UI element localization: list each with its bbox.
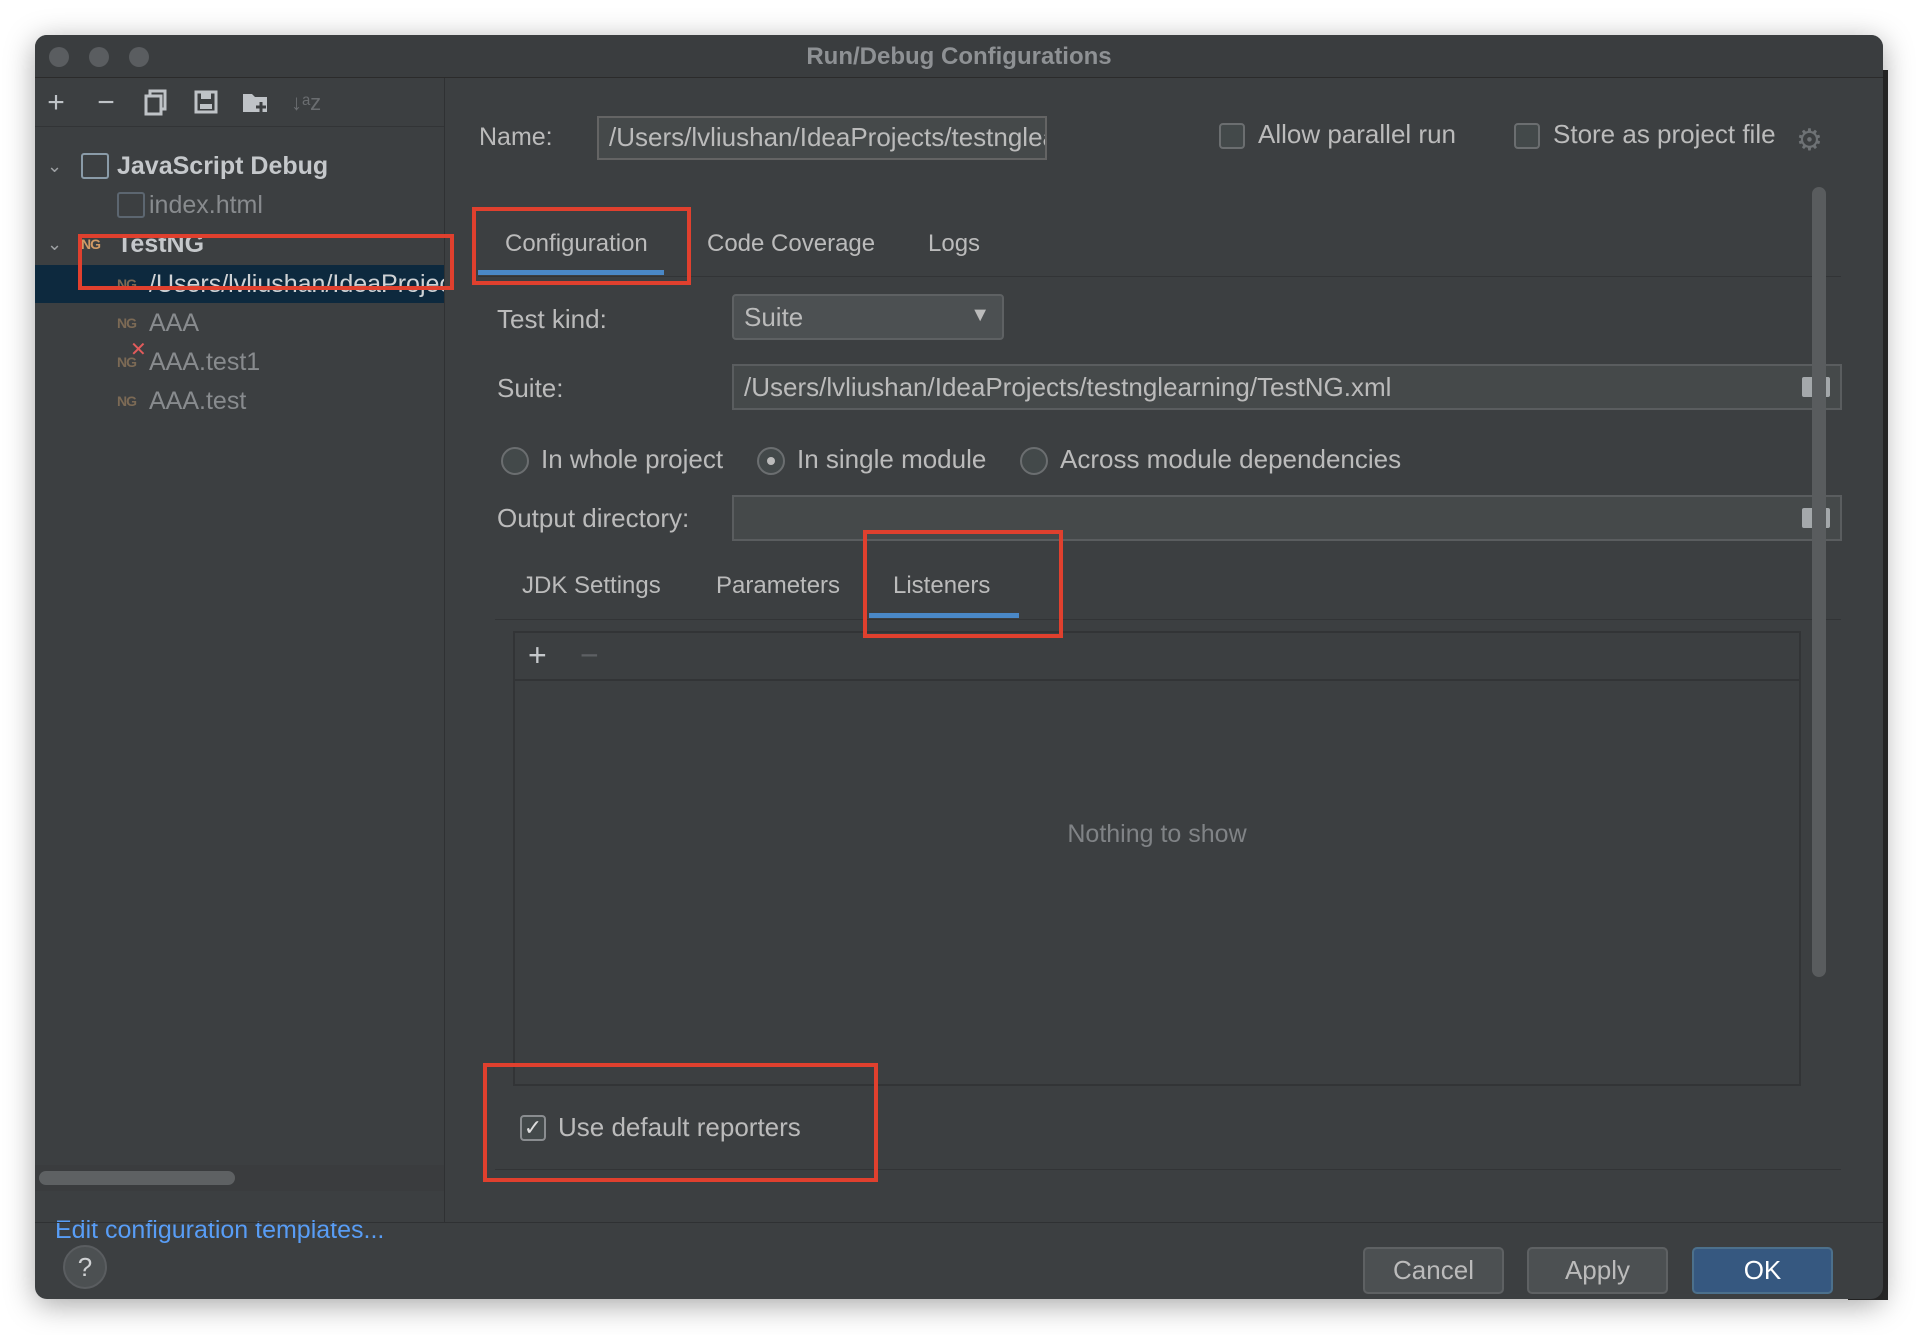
output-directory-label: Output directory:: [497, 503, 690, 533]
testng-icon: NG: [117, 393, 137, 409]
dropdown-arrow-icon: ▼: [970, 304, 990, 326]
tree-item-label: AAA.test: [149, 387, 247, 415]
tab-parameters[interactable]: Parameters: [716, 572, 840, 600]
tab-jdk-settings[interactable]: JDK Settings: [522, 572, 661, 600]
add-listener-icon[interactable]: +: [528, 637, 547, 674]
in-single-module-radio[interactable]: [757, 447, 785, 475]
window-title: Run/Debug Configurations: [806, 43, 1112, 70]
in-single-module-label: In single module: [797, 444, 987, 474]
test-kind-dropdown[interactable]: Suite ▼: [732, 294, 1004, 340]
tree-group-label: JavaScript Debug: [117, 152, 329, 180]
tab-code-coverage[interactable]: Code Coverage: [707, 230, 875, 258]
horizontal-scrollbar-thumb[interactable]: [39, 1171, 235, 1185]
remove-configuration-icon[interactable]: −: [91, 88, 121, 118]
vertical-scrollbar-thumb[interactable]: [1812, 187, 1826, 977]
tree-item-aaa-test1[interactable]: NG ✕ AAA.test1: [35, 343, 444, 381]
gear-icon[interactable]: ⚙: [1796, 123, 1823, 158]
chevron-down-icon[interactable]: ⌄: [47, 234, 67, 254]
add-configuration-icon[interactable]: +: [41, 88, 71, 118]
apply-button[interactable]: Apply: [1527, 1247, 1668, 1294]
footer-divider: [35, 1222, 1883, 1223]
copy-configuration-icon[interactable]: [141, 88, 171, 118]
javascript-debug-icon: [81, 153, 109, 179]
store-as-project-file-checkbox[interactable]: [1514, 123, 1540, 149]
toolbar-divider: [35, 126, 444, 127]
subtabs-divider: [495, 619, 1841, 620]
allow-parallel-run-label: Allow parallel run: [1258, 119, 1456, 149]
store-as-project-file-label: Store as project file: [1553, 119, 1776, 149]
tree-item-aaa-test[interactable]: NG AAA.test: [35, 382, 444, 420]
move-into-folder-icon[interactable]: [241, 88, 271, 118]
name-field[interactable]: /Users/lvliushan/IdeaProjects/testnglear…: [597, 116, 1047, 160]
sort-configurations-icon[interactable]: ↓ᵃz: [291, 88, 321, 118]
tree-item-label: AAA.test1: [149, 348, 261, 376]
chevron-down-icon[interactable]: ⌄: [47, 156, 67, 176]
listeners-toolbar: + −: [515, 633, 1799, 681]
annotation-highlight-listeners-tab: [863, 530, 1063, 638]
name-label: Name:: [479, 123, 553, 151]
tree-group-javascript-debug[interactable]: ⌄ JavaScript Debug: [35, 147, 444, 185]
javascript-debug-icon: [117, 192, 145, 218]
annotation-highlight-configuration-tab: [472, 207, 691, 285]
suite-label: Suite:: [497, 373, 564, 403]
across-module-dependencies-radio[interactable]: [1020, 447, 1048, 475]
annotation-highlight-default-reporters: [483, 1063, 878, 1182]
suite-path-value: /Users/lvliushan/IdeaProjects/testnglear…: [744, 372, 1392, 402]
suite-path-field[interactable]: /Users/lvliushan/IdeaProjects/testnglear…: [732, 364, 1842, 410]
testng-icon: NG: [117, 315, 137, 331]
run-debug-dialog: Run/Debug Configurations + − ↓ᵃz ⌄ JavaS…: [35, 35, 1883, 1299]
save-configuration-icon[interactable]: [191, 88, 221, 118]
tree-item-index-html[interactable]: index.html: [35, 186, 444, 224]
title-bar: Run/Debug Configurations: [35, 35, 1883, 78]
help-button[interactable]: ?: [63, 1245, 107, 1289]
remove-listener-icon[interactable]: −: [580, 637, 599, 674]
in-whole-project-label: In whole project: [541, 444, 724, 474]
edit-configuration-templates-link[interactable]: Edit configuration templates...: [55, 1216, 384, 1245]
empty-list-text: Nothing to show: [1067, 820, 1247, 848]
tab-logs[interactable]: Logs: [928, 230, 980, 258]
allow-parallel-run-checkbox[interactable]: [1219, 123, 1245, 149]
test-kind-value: Suite: [744, 302, 804, 332]
ok-button[interactable]: OK: [1692, 1247, 1833, 1294]
tree-item-label: index.html: [149, 191, 263, 219]
listeners-list-panel: + − Nothing to show: [513, 631, 1801, 1086]
cancel-button[interactable]: Cancel: [1363, 1247, 1504, 1294]
in-whole-project-radio[interactable]: [501, 447, 529, 475]
tree-item-label: AAA: [149, 309, 200, 337]
across-module-dependencies-label: Across module dependencies: [1060, 444, 1402, 474]
error-mark-icon: ✕: [130, 343, 147, 361]
test-kind-label: Test kind:: [497, 304, 607, 334]
annotation-highlight-selected-config: [78, 234, 454, 290]
tree-item-aaa[interactable]: NG AAA: [35, 304, 444, 342]
